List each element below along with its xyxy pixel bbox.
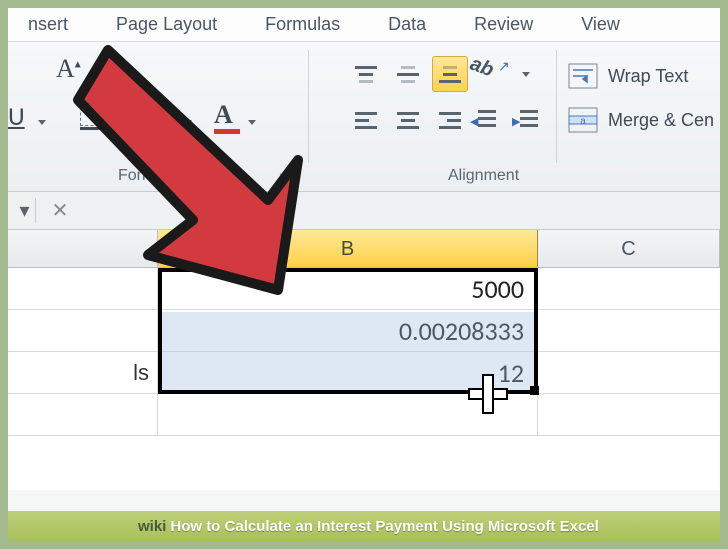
cell-C1[interactable] (538, 268, 720, 309)
ribbon: A▴ A▾ U ◢ A Fon ↘ a (8, 42, 720, 192)
caption-prefix: wiki (138, 518, 166, 535)
spreadsheet-grid[interactable]: B C 5000 0.00208333 ls 12 (8, 230, 720, 490)
cell-B4[interactable] (158, 394, 538, 435)
tab-insert[interactable]: nsert (18, 8, 78, 41)
align-center-button[interactable] (390, 102, 426, 138)
indent-group: ◀ ▶ (468, 102, 544, 136)
cell-A4[interactable] (8, 394, 158, 435)
fill-color-dropdown-icon[interactable] (184, 120, 192, 125)
merge-center-button[interactable]: a Merge & Cen (568, 98, 714, 142)
column-header-B[interactable]: B (158, 230, 538, 267)
group-divider (556, 50, 557, 163)
name-box-dropdown-icon[interactable]: ▾ (14, 198, 36, 223)
borders-button[interactable] (78, 100, 108, 130)
cell-C3[interactable] (538, 352, 720, 393)
shrink-font-button[interactable]: A▾ (92, 60, 110, 81)
tab-formulas[interactable]: Formulas (255, 8, 350, 41)
underline-dropdown-icon[interactable] (38, 120, 46, 125)
grow-font-button[interactable]: A▴ (56, 54, 81, 84)
align-middle-button[interactable] (390, 56, 426, 92)
merge-center-icon: a (568, 107, 598, 133)
cell-B3[interactable]: 12 (158, 352, 538, 393)
wrap-text-button[interactable]: Wrap Text (568, 54, 714, 98)
cell-C4[interactable] (538, 394, 720, 435)
excel-window: nsert Page Layout Formulas Data Review V… (8, 8, 720, 541)
align-left-button[interactable] (348, 102, 384, 138)
cell-B2[interactable]: 0.00208333 (158, 310, 538, 351)
font-color-button[interactable]: A (214, 100, 248, 134)
caption-bar: wiki How to Calculate an Interest Paymen… (8, 511, 720, 541)
tab-review[interactable]: Review (464, 8, 543, 41)
column-header-A[interactable] (8, 230, 158, 267)
horizontal-align-group (348, 102, 468, 138)
orientation-button[interactable]: ab ↗ (470, 56, 540, 92)
cell-B1[interactable]: 5000 (158, 268, 538, 309)
font-color-dropdown-icon[interactable] (248, 120, 256, 125)
caption-text: How to Calculate an Interest Payment Usi… (170, 518, 598, 535)
alignment-group-label: Alignment (448, 167, 519, 185)
fill-color-button[interactable]: ◢ (146, 100, 180, 134)
wrap-text-label: Wrap Text (608, 66, 688, 87)
increase-indent-button[interactable]: ▶ (510, 102, 544, 136)
align-right-button[interactable] (432, 102, 468, 138)
formula-bar: ▾ ✕ 0 (8, 192, 720, 230)
vertical-align-group (348, 56, 468, 92)
font-dialog-launcher[interactable]: ↘ (278, 169, 289, 185)
align-top-button[interactable] (348, 56, 384, 92)
align-bottom-button[interactable] (432, 56, 468, 92)
cancel-icon[interactable]: ✕ (44, 198, 76, 223)
cell-C2[interactable] (538, 310, 720, 351)
decrease-indent-button[interactable]: ◀ (468, 102, 502, 136)
merge-center-label: Merge & Cen (608, 110, 714, 131)
group-divider (308, 50, 309, 163)
cell-A2[interactable] (8, 310, 158, 351)
tab-page-layout[interactable]: Page Layout (106, 8, 227, 41)
formula-bar-value[interactable]: 0 (206, 197, 218, 224)
wrap-merge-group: Wrap Text a Merge & Cen (568, 54, 714, 142)
column-header-C[interactable]: C (538, 230, 720, 267)
font-group-label: Fon (118, 167, 146, 185)
borders-dropdown-icon[interactable] (112, 120, 120, 125)
svg-text:a: a (580, 116, 586, 127)
tab-data[interactable]: Data (378, 8, 436, 41)
column-headers: B C (8, 230, 720, 268)
wrap-text-icon (568, 63, 598, 89)
ribbon-tabs: nsert Page Layout Formulas Data Review V… (8, 8, 720, 42)
underline-button[interactable]: U (8, 100, 25, 132)
cell-A1[interactable] (8, 268, 158, 309)
tab-view[interactable]: View (571, 8, 630, 41)
cell-A3[interactable]: ls (8, 352, 158, 393)
